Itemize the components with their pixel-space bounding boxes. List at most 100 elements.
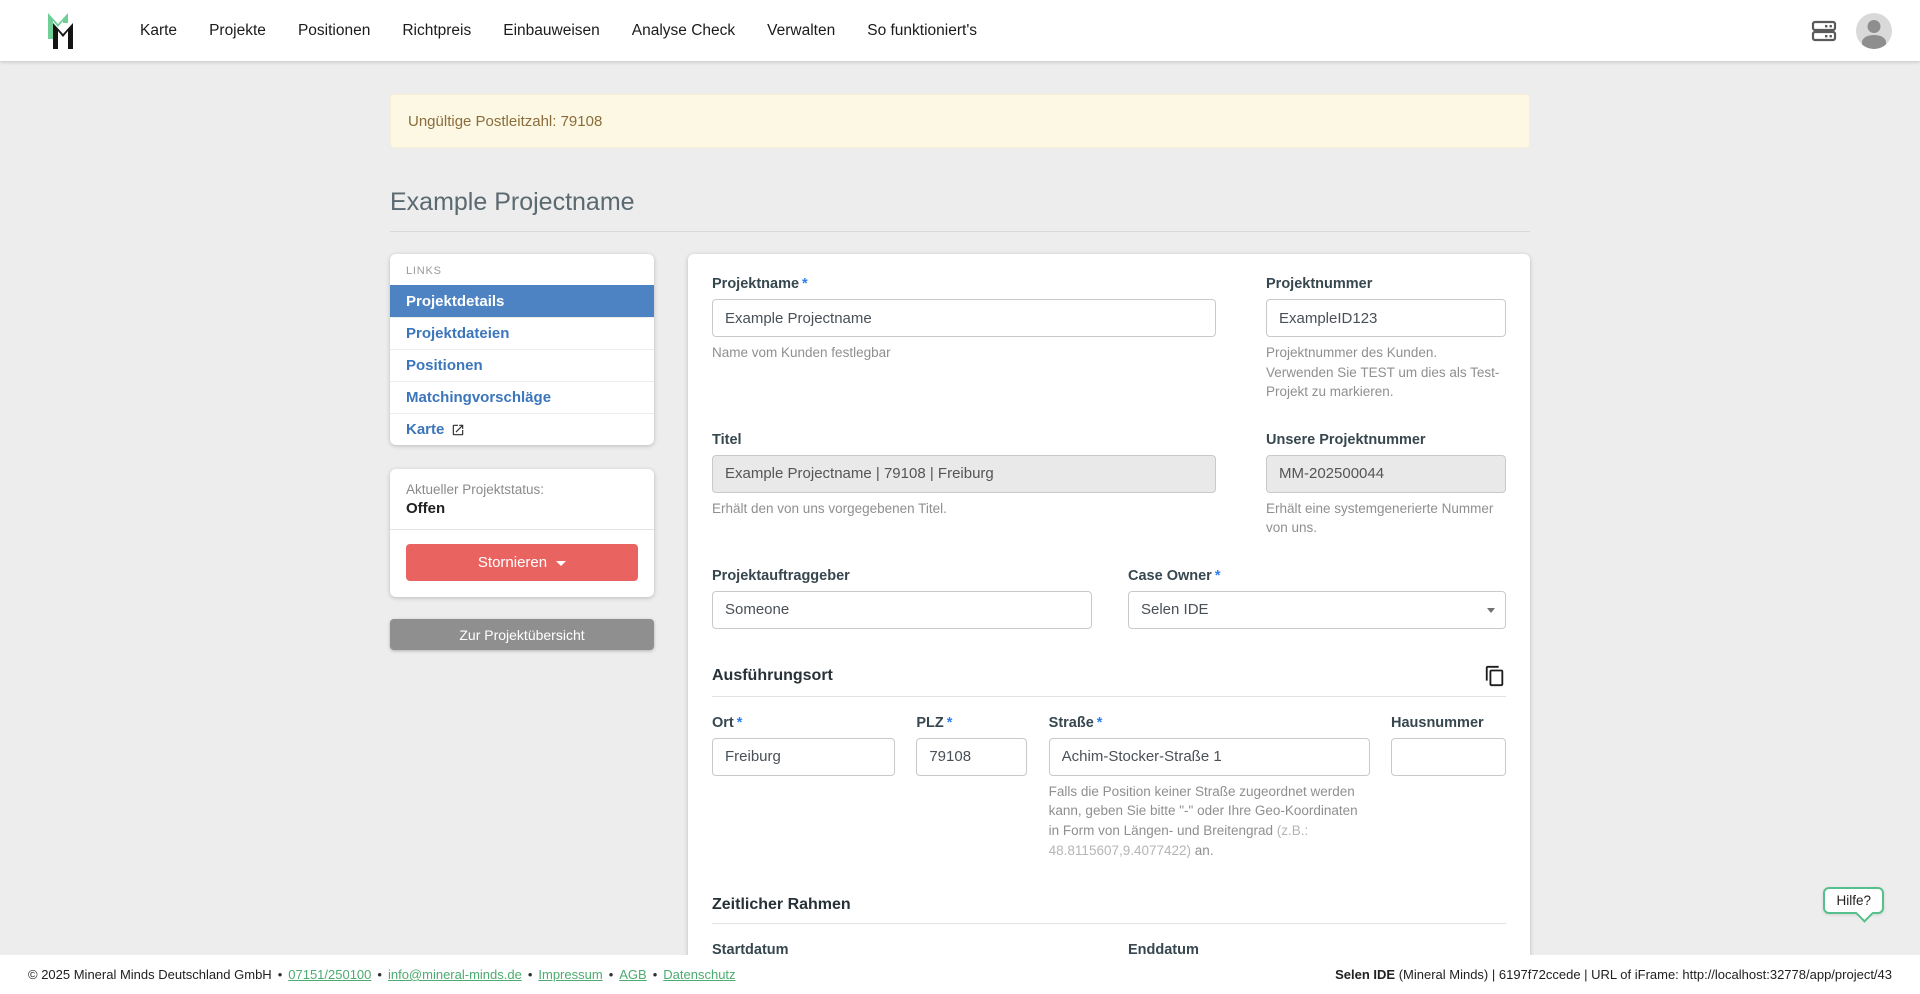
nav-item-projekte[interactable]: Projekte: [197, 14, 278, 48]
top-navbar: Karte Projekte Positionen Richtpreis Ein…: [0, 0, 1920, 61]
footer-link-phone[interactable]: 07151/250100: [288, 967, 371, 982]
field-plz: PLZ*: [916, 715, 1027, 860]
status-value: Offen: [406, 500, 638, 517]
hausnummer-input[interactable]: [1391, 738, 1506, 776]
hausnummer-label: Hausnummer: [1391, 715, 1506, 731]
sidebar-item-label: Karte: [406, 421, 444, 438]
project-details-card: Projektname* Name vom Kunden festlegbar …: [688, 254, 1530, 955]
ort-label: Ort: [712, 715, 734, 731]
projektauftraggeber-label: Projektauftraggeber: [712, 568, 1092, 584]
projektauftraggeber-input[interactable]: [712, 591, 1092, 629]
enddatum-label: Enddatum: [1128, 942, 1506, 955]
plz-label: PLZ: [916, 715, 943, 731]
help-button[interactable]: Hilfe?: [1823, 887, 1884, 914]
projektnummer-label: Projektnummer: [1266, 276, 1506, 292]
sidebar-item-matchingvorschlaege[interactable]: Matchingvorschläge: [390, 381, 654, 413]
projektname-label: Projektname: [712, 276, 799, 292]
warning-banner: Ungültige Postleitzahl: 79108: [390, 94, 1530, 148]
page-title: Example Projectname: [390, 188, 1530, 232]
server-status-icon[interactable]: [1810, 18, 1838, 44]
required-asterisk: *: [802, 276, 808, 292]
field-unsere-projektnummer: Unsere Projektnummer Erhält eine systemg…: [1266, 432, 1506, 538]
footer-session-info: Selen IDE (Mineral Minds) | 6197f72ccede…: [1335, 967, 1892, 982]
chevron-down-icon: [556, 561, 566, 566]
strasse-input[interactable]: [1049, 738, 1370, 776]
zeitlicher-rahmen-heading: Zeitlicher Rahmen: [712, 896, 851, 914]
required-asterisk: *: [947, 715, 953, 731]
unsere-projektnummer-helper: Erhält eine systemgenerierte Nummer von …: [1266, 499, 1506, 538]
nav-item-verwalten[interactable]: Verwalten: [755, 14, 847, 48]
footer-link-agb[interactable]: AGB: [619, 967, 646, 982]
required-asterisk: *: [1215, 568, 1221, 584]
field-titel: Titel Erhält den von uns vorgegebenen Ti…: [712, 432, 1216, 538]
mineral-minds-logo-icon[interactable]: [38, 9, 84, 53]
sidebar-item-label: Positionen: [406, 357, 483, 374]
sidebar-item-label: Projektdetails: [406, 293, 504, 310]
footer-link-impressum[interactable]: Impressum: [538, 967, 602, 982]
nav-item-positionen[interactable]: Positionen: [286, 14, 382, 48]
titel-input: [712, 455, 1216, 493]
sidebar-item-label: Projektdateien: [406, 325, 509, 342]
plz-input[interactable]: [916, 738, 1027, 776]
status-card: Aktueller Projektstatus: Offen Storniere…: [390, 469, 654, 597]
field-projektname: Projektname* Name vom Kunden festlegbar: [712, 276, 1216, 402]
case-owner-label: Case Owner: [1128, 568, 1212, 584]
external-link-icon: [451, 423, 465, 437]
case-owner-selected-value: Selen IDE: [1141, 601, 1209, 618]
sidebar-item-projektdateien[interactable]: Projektdateien: [390, 317, 654, 349]
select-caret-icon: [1487, 608, 1495, 613]
footer-copyright: © 2025 Mineral Minds Deutschland GmbH: [28, 967, 272, 982]
strasse-label: Straße: [1049, 715, 1094, 731]
avatar-body-icon: [1862, 35, 1886, 49]
user-avatar[interactable]: [1856, 13, 1892, 49]
warning-banner-text: Ungültige Postleitzahl: 79108: [408, 113, 602, 130]
projektname-input[interactable]: [712, 299, 1216, 337]
ausfuehrungsort-section-header: Ausführungsort: [712, 665, 1506, 697]
footer-link-datenschutz[interactable]: Datenschutz: [663, 967, 735, 982]
copy-address-icon[interactable]: [1484, 665, 1506, 687]
field-hausnummer: Hausnummer: [1391, 715, 1506, 860]
links-card: LINKS Projektdetails Projektdateien Posi…: [390, 254, 654, 445]
avatar-head-icon: [1868, 20, 1881, 33]
field-projektnummer: Projektnummer Projektnummer des Kunden. …: [1266, 276, 1506, 402]
projektnummer-helper: Projektnummer des Kunden. Verwenden Sie …: [1266, 343, 1506, 402]
nav-item-richtpreis[interactable]: Richtpreis: [390, 14, 483, 48]
sidebar-item-positionen[interactable]: Positionen: [390, 349, 654, 381]
ausfuehrungsort-heading: Ausführungsort: [712, 667, 833, 685]
sidebar-item-karte[interactable]: Karte: [390, 413, 654, 445]
ort-input[interactable]: [712, 738, 895, 776]
nav-item-einbauweisen[interactable]: Einbauweisen: [491, 14, 612, 48]
page-content: Ungültige Postleitzahl: 79108 Example Pr…: [0, 61, 1920, 955]
field-projektauftraggeber: Projektauftraggeber: [712, 568, 1092, 629]
sidebar: LINKS Projektdetails Projektdateien Posi…: [390, 254, 654, 650]
zeitlicher-rahmen-section-header: Zeitlicher Rahmen: [712, 896, 1506, 924]
field-case-owner: Case Owner* Selen IDE: [1128, 568, 1506, 629]
titel-label: Titel: [712, 432, 1216, 448]
sidebar-item-label: Matchingvorschläge: [406, 389, 551, 406]
projektname-helper: Name vom Kunden festlegbar: [712, 343, 1216, 363]
status-label: Aktueller Projektstatus:: [406, 482, 638, 497]
links-card-header: LINKS: [390, 254, 654, 285]
status-divider: [390, 529, 654, 530]
projektnummer-input[interactable]: [1266, 299, 1506, 337]
nav-item-karte[interactable]: Karte: [128, 14, 189, 48]
case-owner-select[interactable]: Selen IDE: [1128, 591, 1506, 629]
footer-link-email[interactable]: info@mineral-minds.de: [388, 967, 522, 982]
field-enddatum: Enddatum: [1128, 942, 1506, 955]
stornieren-button[interactable]: Stornieren: [406, 544, 638, 581]
strasse-helper: Falls die Position keiner Straße zugeord…: [1049, 782, 1370, 860]
stornieren-button-label: Stornieren: [478, 554, 547, 571]
footer: © 2025 Mineral Minds Deutschland GmbH • …: [0, 955, 1920, 994]
sidebar-item-projektdetails[interactable]: Projektdetails: [390, 285, 654, 317]
field-ort: Ort*: [712, 715, 895, 860]
field-startdatum: Startdatum: [712, 942, 1092, 955]
unsere-projektnummer-input: [1266, 455, 1506, 493]
main-nav: Karte Projekte Positionen Richtpreis Ein…: [128, 14, 989, 48]
zur-projektuebersicht-button[interactable]: Zur Projektübersicht: [390, 619, 654, 650]
startdatum-label: Startdatum: [712, 942, 1092, 955]
required-asterisk: *: [1097, 715, 1103, 731]
nav-item-so-funktionierts[interactable]: So funktioniert's: [855, 14, 989, 48]
nav-item-analyse-check[interactable]: Analyse Check: [620, 14, 747, 48]
required-asterisk: *: [737, 715, 743, 731]
unsere-projektnummer-label: Unsere Projektnummer: [1266, 432, 1506, 448]
